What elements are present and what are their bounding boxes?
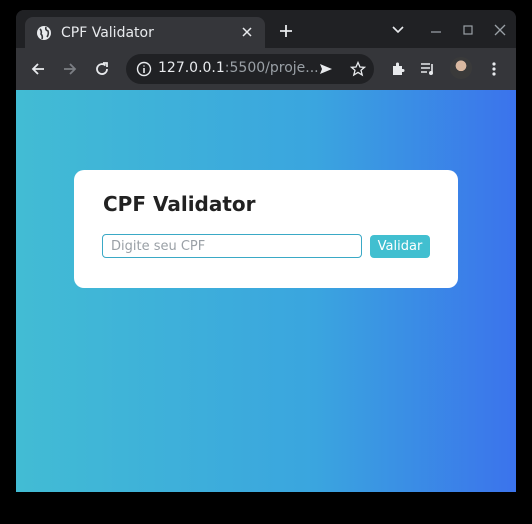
more-menu-icon[interactable]: [484, 59, 504, 79]
validator-card: CPF Validator Validar: [74, 170, 458, 288]
browser-window: CPF Validator 127.0.0.1:5500/proje... CP…: [16, 10, 516, 492]
tab-close-icon[interactable]: [239, 24, 255, 40]
extensions-icon[interactable]: [388, 59, 408, 79]
tab-strip: CPF Validator: [16, 10, 516, 48]
send-icon[interactable]: [316, 59, 336, 79]
url-host: 127.0.0.1: [158, 60, 225, 76]
minimize-icon[interactable]: [429, 23, 443, 37]
new-tab-plus-icon[interactable]: [278, 23, 294, 39]
page-title: CPF Validator: [103, 192, 256, 216]
cpf-input[interactable]: [102, 234, 362, 258]
close-window-icon[interactable]: [493, 23, 507, 37]
address-bar[interactable]: 127.0.0.1:5500/proje...: [126, 54, 374, 84]
url-path: :5500/proje...: [224, 60, 319, 76]
profile-avatar[interactable]: [450, 57, 472, 79]
validate-button[interactable]: Validar: [370, 235, 430, 258]
tab-title: CPF Validator: [61, 24, 154, 41]
globe-icon: [36, 25, 52, 41]
forward-arrow-icon[interactable]: [60, 59, 80, 79]
info-icon[interactable]: [136, 61, 152, 81]
maximize-icon[interactable]: [461, 23, 475, 37]
browser-toolbar: 127.0.0.1:5500/proje...: [16, 48, 516, 90]
star-icon[interactable]: [348, 59, 368, 79]
url-text: 127.0.0.1:5500/proje...: [158, 60, 319, 76]
reload-icon[interactable]: [92, 59, 112, 79]
back-arrow-icon[interactable]: [28, 59, 48, 79]
tab-cpf-validator[interactable]: CPF Validator: [25, 17, 265, 48]
page-viewport: CPF Validator Validar: [16, 90, 516, 492]
media-queue-icon[interactable]: [418, 59, 438, 79]
tab-search-chevron-icon[interactable]: [391, 23, 405, 37]
